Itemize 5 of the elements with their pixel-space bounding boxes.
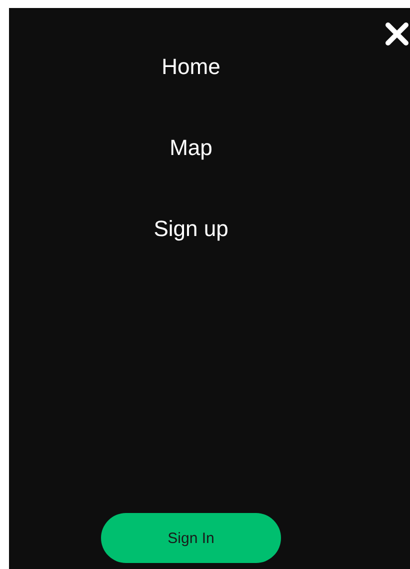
nav-link[interactable]: Sign up — [154, 216, 228, 241]
nav-link[interactable]: Map — [170, 135, 212, 160]
nav-link[interactable]: Home — [162, 54, 220, 79]
close-icon[interactable] — [385, 22, 409, 46]
sign-in-button[interactable]: Sign In — [101, 513, 281, 563]
